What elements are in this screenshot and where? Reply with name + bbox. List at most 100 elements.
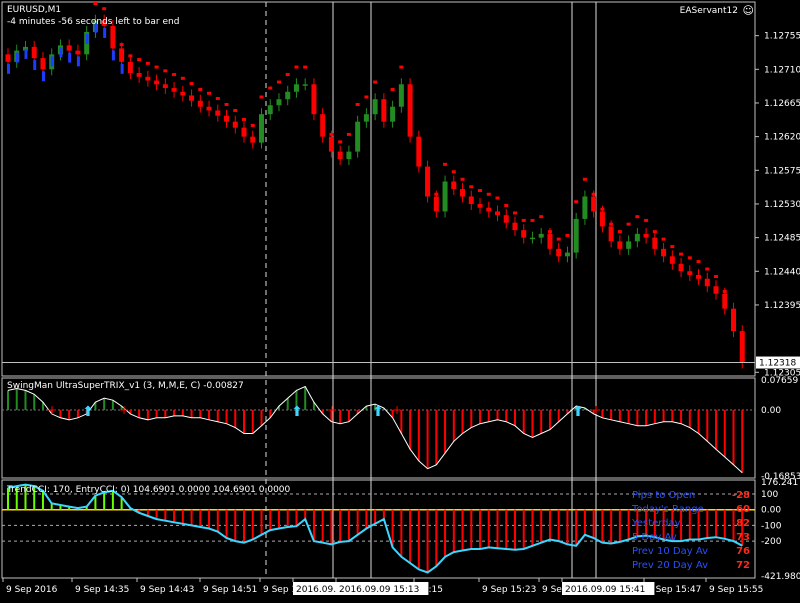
trend-step-dot	[469, 185, 474, 189]
price-tick-label: 1.12755	[764, 32, 800, 42]
trend-step-dot	[512, 211, 517, 215]
trend-step-dot	[556, 237, 561, 241]
trend-step-dot	[687, 256, 692, 260]
candle-body	[119, 48, 125, 62]
trend-step-dot	[591, 192, 596, 196]
trend-step-dot	[714, 275, 719, 279]
candle-body	[224, 115, 230, 122]
candle-body	[363, 114, 369, 122]
candle-body	[582, 196, 588, 219]
trend-marker-blue	[59, 47, 63, 58]
trend-marker-blue	[33, 60, 37, 71]
trend-step-dot	[626, 222, 631, 226]
trend-step-dot	[574, 200, 579, 204]
candle-body	[433, 196, 439, 212]
trend-step-dot	[329, 132, 334, 136]
trend-step-dot	[294, 65, 299, 69]
price-tick-label: 1.12395	[764, 301, 800, 311]
info-label: Prev 10 Day Av	[632, 546, 708, 557]
trend-step-dot	[381, 102, 386, 106]
trix-tick-label: 0.00	[761, 406, 781, 416]
trend-step-dot	[338, 140, 343, 144]
trend-step-dot	[670, 245, 675, 249]
candle-body	[381, 99, 387, 122]
candle-body	[652, 237, 658, 249]
candle-body	[643, 233, 649, 238]
trix-buy-arrow-icon: ⬆	[82, 404, 94, 420]
cci-tick-label: -200	[761, 537, 782, 547]
candle-body	[704, 278, 710, 287]
cci-title: TrendCCI: 170, EntryCCI: 0) 104.6901 0.0…	[7, 485, 291, 495]
candle-body	[267, 105, 273, 115]
candle-body	[250, 136, 256, 143]
trend-step-dot	[600, 207, 605, 211]
trend-step-dot	[373, 80, 378, 84]
trend-step-dot	[259, 95, 264, 99]
trend-step-dot	[189, 82, 194, 86]
mt4-chart-window[interactable]: 1.12755 1.12710 1.12665 1.12620 1.12575 1.125…	[0, 0, 800, 600]
candle-body	[311, 84, 317, 115]
trend-step-dot	[582, 177, 587, 181]
trend-step-dot	[425, 177, 430, 181]
info-row: Pips to Open -28	[632, 490, 750, 504]
candle-body	[495, 211, 501, 216]
trend-step-dot	[250, 123, 255, 127]
trix-line	[7, 385, 743, 474]
trend-step-dot	[495, 196, 500, 200]
trend-step-dot	[731, 312, 736, 316]
price-tick-label: 1.12710	[764, 65, 800, 75]
time-tick-label: 9 Sep 14:51	[203, 585, 257, 595]
candle-body	[302, 84, 308, 86]
candle-body	[556, 248, 562, 257]
trix-cross-icon: +	[327, 403, 337, 417]
candle-body	[407, 84, 413, 137]
trend-step-dot	[617, 230, 622, 234]
candle-body	[425, 166, 431, 197]
trend-step-dot	[460, 177, 465, 181]
candle-body	[591, 196, 597, 212]
trend-step-dot	[530, 218, 535, 222]
time-tick-label-highlighted: 2016.09.09 15:41	[565, 585, 645, 595]
info-label: Prev 20 Day Av	[632, 560, 708, 571]
info-label: Yesterday	[632, 518, 681, 529]
candle-body	[529, 237, 535, 240]
trend-step-dot	[224, 102, 229, 106]
candle-body	[617, 241, 623, 249]
cci-tick-label: -421.9801	[761, 572, 800, 582]
candle-body	[5, 54, 11, 62]
trend-step-dot	[268, 86, 273, 90]
trend-step-dot	[285, 73, 290, 77]
candle-body	[154, 80, 160, 85]
trend-step-dot	[276, 80, 281, 84]
candle-body	[678, 263, 684, 272]
candle-body	[486, 207, 492, 212]
candle-body	[145, 76, 151, 81]
cci-tick-label: -100	[761, 521, 782, 531]
price-tick-label: 1.12530	[764, 200, 800, 210]
trend-step-dot	[346, 132, 351, 136]
candle-body	[599, 211, 605, 227]
candle-body	[66, 45, 72, 51]
time-tick-label: 9 Sep 2016	[6, 585, 58, 595]
candle-body	[634, 233, 640, 242]
trix-cross-icon: +	[392, 403, 402, 417]
candle-body	[136, 73, 142, 77]
candle-body	[171, 88, 177, 92]
trend-step-dot	[102, 7, 107, 11]
price-tick-label: 1.12440	[764, 267, 800, 277]
candle-body	[40, 58, 46, 70]
info-value: 72	[736, 560, 750, 571]
trend-step-dot	[180, 76, 185, 80]
trend-step-dot	[635, 215, 640, 219]
trend-marker-blue	[15, 52, 19, 63]
candle-body	[328, 136, 334, 152]
trend-step-dot	[303, 65, 308, 69]
trend-step-dot	[478, 189, 483, 192]
candle-body	[372, 99, 378, 115]
time-tick-label: 9 Sep 15:47	[647, 585, 701, 595]
info-label: Today's Range	[632, 504, 704, 515]
trix-panel-frame	[1, 377, 756, 479]
candle-body	[687, 271, 693, 276]
candle-body	[608, 226, 614, 242]
candle-body	[503, 215, 509, 223]
